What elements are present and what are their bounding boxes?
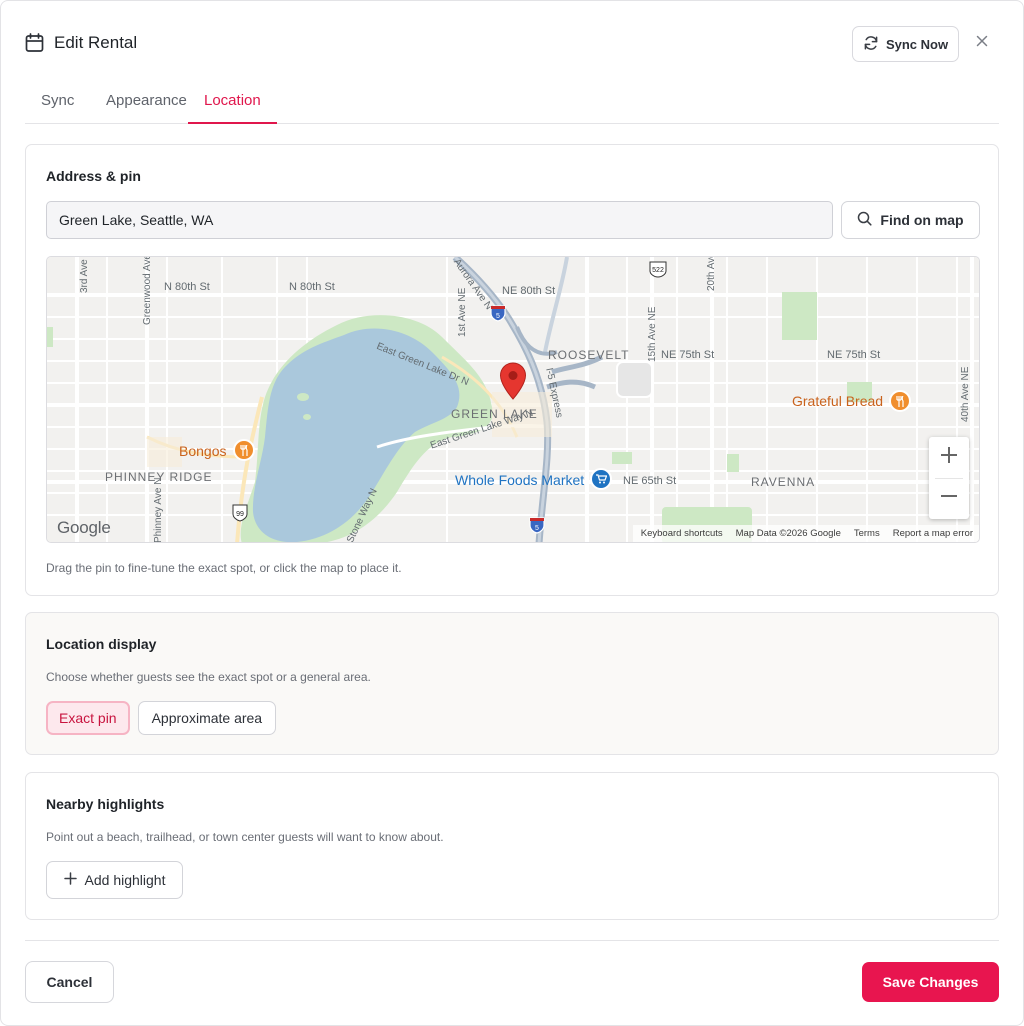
route-99-shield: 99 <box>231 504 249 527</box>
street-label: 15th Ave NE <box>647 306 658 362</box>
cancel-button[interactable]: Cancel <box>25 961 114 1003</box>
street-label: 1st Ave NE <box>457 287 468 337</box>
shopping-cart-icon[interactable] <box>590 468 612 490</box>
area-label: RAVENNA <box>751 475 816 489</box>
poi-label[interactable]: Grateful Bread <box>792 393 883 409</box>
area-label: ROOSEVELT <box>548 348 630 362</box>
poi-label[interactable]: Bongos <box>179 443 226 459</box>
nearby-highlights-title: Nearby highlights <box>46 796 165 812</box>
street-label: NE 75th St <box>661 349 715 361</box>
street-label: Phinney Ave N <box>153 477 164 543</box>
tab-location[interactable]: Location <box>188 92 277 124</box>
search-icon <box>857 211 872 229</box>
edit-rental-dialog: Edit Rental Sync Now Sync Appearance Loc… <box>0 0 1024 1026</box>
map-data-text: Map Data ©2026 Google <box>735 528 841 539</box>
location-pin-icon[interactable] <box>499 362 527 405</box>
add-highlight-label: Add highlight <box>84 872 166 888</box>
route-522-shield: 522 <box>648 261 668 283</box>
tab-sync[interactable]: Sync <box>41 92 74 123</box>
street-label: 40th Ave NE <box>960 366 971 422</box>
sync-now-button[interactable]: Sync Now <box>852 26 959 62</box>
street-label: N 80th St <box>164 281 210 293</box>
poi-label[interactable]: Whole Foods Market <box>455 472 584 488</box>
close-icon <box>976 34 988 52</box>
find-on-map-button[interactable]: Find on map <box>841 201 980 239</box>
location-display-description: Choose whether guests see the exact spot… <box>46 670 371 684</box>
svg-text:5: 5 <box>496 313 500 320</box>
address-card-title: Address & pin <box>46 168 141 184</box>
calendar-icon <box>25 33 44 53</box>
refresh-icon <box>863 35 879 54</box>
close-button[interactable] <box>973 34 991 52</box>
map-attribution: Keyboard shortcuts Map Data ©2026 Google… <box>632 525 979 542</box>
svg-text:5: 5 <box>535 525 539 532</box>
footer-divider <box>25 940 999 941</box>
street-label: N 80th St <box>289 281 335 293</box>
street-label: 20th Ave NE <box>706 256 717 291</box>
dialog-title: Edit Rental <box>54 33 138 52</box>
street-label: NE 65th St <box>623 475 677 487</box>
add-highlight-button[interactable]: Add highlight <box>46 861 183 899</box>
street-label: Greenwood Ave <box>142 256 153 325</box>
google-logo: Google <box>57 518 111 537</box>
interstate-5-shield: 5 <box>490 304 506 327</box>
restaurant-icon[interactable] <box>233 439 255 461</box>
location-display-title: Location display <box>46 636 157 652</box>
plus-icon <box>940 446 958 469</box>
report-error-link[interactable]: Report a map error <box>893 528 973 539</box>
street-label: 3rd Ave N <box>79 256 90 293</box>
address-card: Address & pin Find on map <box>25 144 999 596</box>
approximate-area-option[interactable]: Approximate area <box>137 701 277 735</box>
restaurant-icon[interactable] <box>889 390 911 412</box>
street-label: NE 75th St <box>827 349 881 361</box>
plus-icon <box>63 872 77 888</box>
tab-bar: Sync Appearance Location <box>25 87 999 124</box>
map-caption: Drag the pin to fine-tune the exact spot… <box>46 561 402 575</box>
address-input[interactable] <box>46 201 833 239</box>
minus-icon <box>940 487 958 510</box>
location-display-card: Location display Choose whether guests s… <box>25 612 999 755</box>
tab-appearance[interactable]: Appearance <box>106 92 187 123</box>
exact-pin-option[interactable]: Exact pin <box>46 701 130 735</box>
sync-now-label: Sync Now <box>885 36 949 52</box>
find-on-map-label: Find on map <box>880 212 964 228</box>
nearby-highlights-description: Point out a beach, trailhead, or town ce… <box>46 830 444 844</box>
save-changes-button[interactable]: Save Changes <box>862 962 999 1002</box>
map-view[interactable]: N 80th St N 80th St NE 80th St NE 75th S… <box>46 256 980 543</box>
title-wrap: Edit Rental <box>25 33 137 53</box>
terms-link[interactable]: Terms <box>854 528 880 539</box>
area-label: PHINNEY RIDGE <box>105 470 213 484</box>
street-label: NE 80th St <box>502 285 556 297</box>
svg-text:99: 99 <box>236 511 244 518</box>
nearby-highlights-card: Nearby highlights Point out a beach, tra… <box>25 772 999 920</box>
zoom-out-button[interactable] <box>929 478 969 519</box>
area-label: GREEN LAKE <box>451 407 538 421</box>
svg-text:522: 522 <box>652 267 664 274</box>
map-zoom-control <box>929 437 969 519</box>
zoom-in-button[interactable] <box>929 437 969 478</box>
dialog-header: Edit Rental Sync Now <box>25 25 999 63</box>
keyboard-shortcuts-link[interactable]: Keyboard shortcuts <box>641 528 723 539</box>
interstate-5-shield: 5 <box>529 516 545 539</box>
display-options: Exact pin Approximate area <box>46 701 277 735</box>
